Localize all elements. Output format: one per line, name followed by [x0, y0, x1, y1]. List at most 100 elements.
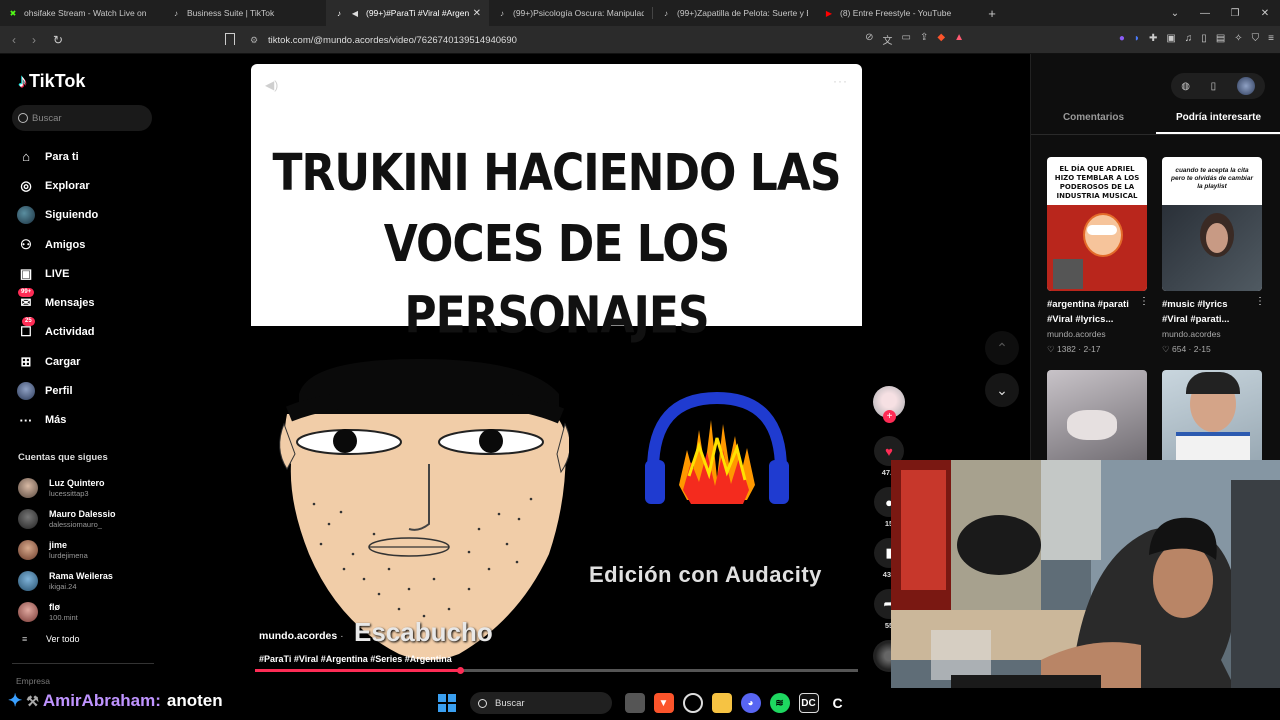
coin-icon[interactable]: ◍ [1181, 81, 1190, 92]
volume-icon[interactable]: ◀) [265, 78, 278, 92]
tab-kick[interactable]: ✖ ohsifake Stream - Watch Live on [0, 0, 163, 26]
related-video-thumbnail[interactable]: cuando te acepta la cita pero te olvidás… [1162, 157, 1262, 291]
spotify-icon[interactable]: ≋ [769, 693, 790, 713]
follow-plus-icon[interactable]: + [883, 410, 896, 423]
file-explorer-icon[interactable] [711, 693, 732, 713]
sidebar-item-explorar[interactable]: ◎ Explorar [16, 171, 98, 200]
puzzle-icon[interactable]: ✚ [1149, 33, 1157, 44]
upload-icon: ⊞ [20, 353, 32, 369]
following-name: flø [49, 601, 60, 612]
wallet2-icon[interactable]: ▤ [1216, 33, 1225, 44]
video-player[interactable]: TRUKINI HACIENDO LAS VOCES DE LOS PERSON… [251, 64, 862, 676]
app-icon[interactable]: DC [798, 693, 819, 713]
thumbnail-cartoon [1047, 205, 1147, 291]
tiktok-sidebar: ♪ TikTok Buscar ⌂ Para ti ◎ Explorar Sig… [0, 54, 160, 720]
search-input[interactable]: Buscar [12, 105, 152, 131]
close-tab-icon[interactable]: ✕ [473, 8, 481, 19]
discord-icon[interactable]: ◕ [740, 693, 761, 713]
speaker-icon[interactable]: ◀ [350, 8, 360, 18]
sidebar-icon[interactable]: ▯ [1201, 33, 1207, 44]
see-all-button[interactable]: ≡ Ver todo [22, 634, 80, 644]
thumbnail-menu-icon[interactable]: ⋮ [1139, 296, 1149, 307]
more-options-icon[interactable]: ··· [833, 74, 848, 88]
following-item[interactable]: jime lurdejimena [18, 534, 116, 565]
tiktok-icon: ♪ [664, 8, 668, 18]
tiktok-logo[interactable]: ♪ TikTok [18, 71, 85, 92]
footer-link-empresa[interactable]: Empresa [16, 676, 50, 686]
sidebar-item-amigos[interactable]: ⚇ Amigos [16, 230, 98, 259]
friends-icon: ⚇ [20, 236, 32, 252]
avatar[interactable] [1236, 77, 1255, 95]
translate-icon[interactable]: 文 [883, 32, 893, 47]
related-video-info[interactable]: #argentina #parati #Viral #lyrics... mun… [1047, 297, 1147, 357]
following-item[interactable]: Luz Quintero lucessittap3 [18, 472, 116, 503]
brave-shield-icon[interactable]: ◆ [937, 32, 945, 47]
messages-badge: 99+ [18, 288, 35, 298]
eye-slash-icon[interactable]: ⊘ [865, 32, 873, 47]
sidebar-item-mensajes[interactable]: ✉ 99+ Mensajes [16, 288, 98, 317]
related-video-thumbnail[interactable] [1162, 370, 1262, 466]
thumbnail-date: 2-15 [1193, 344, 1211, 354]
back-icon[interactable]: ‹ [4, 33, 24, 47]
tab-podria-interesarte[interactable]: Podría interesarte [1156, 110, 1280, 134]
maximize-icon[interactable]: ❐ [1220, 8, 1250, 19]
tab-active-video[interactable]: ♪ ◀ (99+)#ParaTi #Viral #Argentin ✕ [326, 0, 489, 26]
wallet-icon[interactable]: ◗ [1134, 33, 1140, 44]
task-view-icon[interactable] [624, 693, 645, 713]
following-item[interactable]: flø 100.mint [18, 596, 116, 627]
home-icon: ⌂ [22, 149, 30, 165]
close-window-icon[interactable]: ✕ [1250, 8, 1280, 19]
following-item[interactable]: Mauro Dalessio dalessiomauro_ [18, 503, 116, 534]
related-video-thumbnail[interactable]: EL DÍA QUE ADRIEL HIZO TEMBLAR A LOS POD… [1047, 157, 1147, 291]
screenshot-icon[interactable]: ▣ [1166, 33, 1175, 44]
panel-toolbar: ◍ ▯ [1171, 73, 1265, 99]
leo-icon[interactable]: ● [1119, 33, 1125, 44]
phone-icon[interactable]: ▯ [1211, 81, 1217, 92]
taskbar-search-placeholder: Buscar [495, 697, 525, 709]
tab-list-icon[interactable]: ⌄ [1160, 8, 1190, 19]
related-video-thumbnail[interactable] [1047, 370, 1147, 466]
ai-icon[interactable]: ✧ [1234, 33, 1242, 44]
sidebar-item-cargar[interactable]: ⊞ Cargar [16, 347, 98, 376]
forward-icon[interactable]: › [24, 33, 44, 47]
sidebar-item-perfil[interactable]: Perfil [16, 376, 98, 405]
tab-comentarios[interactable]: Comentarios [1031, 110, 1156, 134]
next-video-button[interactable]: ⌄ [985, 373, 1019, 407]
new-tab-button[interactable]: + [979, 6, 1005, 21]
related-video-info[interactable]: #music #lyrics #Viral #parati... mundo.a… [1162, 297, 1262, 357]
brave-rewards-icon[interactable]: ▲ [954, 32, 964, 47]
vpn-icon[interactable]: ⛉ [1252, 33, 1260, 44]
video-hashtags[interactable]: #ParaTi #Viral #Argentina #Series #Argen… [259, 654, 452, 664]
previous-video-button[interactable]: ⌃ [985, 331, 1019, 365]
cast-icon[interactable]: ▭ [902, 32, 911, 47]
capcut-icon[interactable]: C [828, 693, 848, 713]
tab-business-suite[interactable]: ♪ Business Suite | TikTok [163, 0, 326, 26]
thumbnail-menu-icon[interactable]: ⋮ [1255, 296, 1265, 307]
tab-psicologia[interactable]: ♪ (99+)Psicología Oscura: Manipulador [489, 0, 652, 26]
site-info-icon[interactable]: ⚙ [246, 35, 262, 46]
windows-start-icon[interactable] [438, 694, 456, 712]
menu-icon[interactable]: ≡ [1268, 33, 1274, 44]
video-progress-bar[interactable] [255, 667, 858, 674]
chrome-icon[interactable] [682, 693, 703, 713]
creator-avatar[interactable]: + [873, 386, 905, 423]
sidebar-item-live[interactable]: ▣ LIVE [16, 259, 98, 288]
bookmark-icon[interactable] [225, 33, 235, 45]
sidebar-item-actividad[interactable]: ☐ 25 Actividad [16, 317, 98, 347]
sidebar-item-para-ti[interactable]: ⌂ Para ti [16, 142, 98, 171]
following-item[interactable]: Rama Weileras ikigai.24 [18, 565, 116, 596]
video-author[interactable]: mundo.acordes · [259, 630, 344, 642]
tab-youtube[interactable]: ▶ (8) Entre Freestyle - YouTube [816, 0, 979, 26]
reload-icon[interactable]: ↻ [48, 33, 68, 47]
brave-icon[interactable]: ▼ [653, 693, 674, 713]
sidebar-item-mas[interactable]: ··· Más [16, 406, 98, 435]
music-icon[interactable]: ♫ [1185, 33, 1193, 44]
share-icon[interactable]: ⇪ [920, 32, 928, 47]
url-field[interactable]: ⚙ tiktok.com/@mundo.acordes/video/762674… [246, 30, 964, 50]
address-bar-row: ‹ › ↻ ⚙ tiktok.com/@mundo.acordes/video/… [0, 26, 1280, 54]
taskbar-search[interactable]: Buscar [470, 692, 612, 714]
minimize-icon[interactable]: — [1190, 8, 1220, 19]
sidebar-item-siguiendo[interactable]: Siguiendo [16, 201, 98, 230]
tab-zapatilla[interactable]: ♪ (99+)Zapatilla de Pelota: Suerte y Est [653, 0, 816, 26]
progress-handle[interactable] [457, 667, 465, 674]
